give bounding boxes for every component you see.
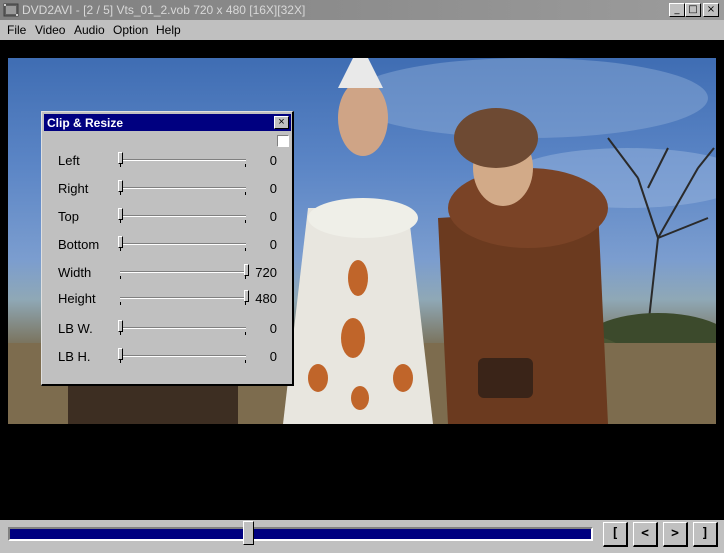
dialog-title: Clip & Resize	[47, 116, 124, 130]
slider-thumb[interactable]	[244, 264, 249, 276]
slider-row-width: Width 720	[42, 261, 291, 285]
slider-track[interactable]	[120, 243, 246, 245]
slider-tick	[245, 276, 246, 279]
slider-tick	[245, 192, 246, 195]
slider-tick	[120, 276, 121, 279]
title-bar[interactable]: DVD2AVI - [2 / 5] Vts_01_2.vob 720 x 480…	[0, 0, 724, 20]
slider-tick	[120, 248, 121, 251]
film-icon	[3, 3, 19, 17]
slider-label: Top	[58, 209, 79, 224]
slider-thumb[interactable]	[118, 320, 123, 332]
go-end-button[interactable]: ]	[693, 522, 718, 547]
slider-tick	[120, 332, 121, 335]
slider-label: Left	[58, 153, 80, 168]
slider-value: 480	[255, 291, 277, 306]
seek-thumb[interactable]	[243, 521, 254, 545]
slider-thumb[interactable]	[118, 236, 123, 248]
slider-tick	[245, 332, 246, 335]
slider-track[interactable]	[120, 327, 246, 329]
slider-row-bottom: Bottom 0	[42, 233, 291, 257]
slider-row-right: Right 0	[42, 177, 291, 201]
slider-row-lb-h: LB H. 0	[42, 345, 291, 369]
slider-value: 0	[269, 153, 277, 168]
slider-track[interactable]	[120, 215, 246, 217]
slider-value: 0	[269, 349, 277, 364]
slider-thumb[interactable]	[118, 152, 123, 164]
close-button[interactable]: ×	[703, 3, 719, 17]
slider-tick	[245, 164, 246, 167]
slider-tick	[245, 360, 246, 363]
slider-value: 0	[269, 237, 277, 252]
slider-row-left: Left 0	[42, 149, 291, 173]
slider-value: 0	[269, 321, 277, 336]
slider-label: Right	[58, 181, 89, 196]
slider-tick	[245, 248, 246, 251]
slider-thumb[interactable]	[244, 290, 249, 302]
slider-value: 720	[255, 265, 277, 280]
menu-help[interactable]: Help	[156, 23, 181, 37]
dialog-close-button[interactable]: ×	[274, 116, 289, 129]
slider-track[interactable]	[120, 297, 246, 299]
menu-video[interactable]: Video	[35, 23, 65, 37]
menu-option[interactable]: Option	[113, 23, 148, 37]
maximize-button[interactable]: □	[685, 3, 701, 17]
slider-tick	[120, 220, 121, 223]
slider-thumb[interactable]	[118, 348, 123, 360]
slider-row-lb-w: LB W. 0	[42, 317, 291, 341]
go-start-button[interactable]: [	[603, 522, 628, 547]
slider-thumb[interactable]	[118, 180, 123, 192]
slider-tick	[120, 302, 121, 305]
slider-label: LB W.	[58, 321, 93, 336]
slider-row-height: Height 480	[42, 287, 291, 311]
seek-bar[interactable]	[8, 527, 593, 541]
slider-label: Bottom	[58, 237, 100, 252]
slider-label: Width	[58, 265, 92, 280]
clip-resize-dialog: Clip & Resize × Left 0 Right 0 Top 0 Bottom 0 Wi…	[41, 111, 294, 386]
slider-tick	[245, 220, 246, 223]
slider-value: 0	[269, 181, 277, 196]
slider-track[interactable]	[120, 159, 246, 161]
slider-track[interactable]	[120, 355, 246, 357]
slider-tick	[120, 360, 121, 363]
app-window: DVD2AVI - [2 / 5] Vts_01_2.vob 720 x 480…	[0, 0, 724, 553]
slider-label: Height	[58, 291, 96, 306]
slider-track[interactable]	[120, 187, 246, 189]
slider-thumb[interactable]	[118, 208, 123, 220]
dialog-title-bar[interactable]: Clip & Resize ×	[44, 114, 291, 131]
slider-tick	[245, 302, 246, 305]
step-forward-button[interactable]: >	[663, 522, 688, 547]
slider-tick	[120, 192, 121, 195]
slider-value: 0	[269, 209, 277, 224]
slider-label: LB H.	[58, 349, 91, 364]
menu-audio[interactable]: Audio	[74, 23, 105, 37]
window-title: DVD2AVI - [2 / 5] Vts_01_2.vob 720 x 480…	[22, 3, 306, 17]
enable-checkbox[interactable]	[277, 135, 289, 147]
slider-tick	[120, 164, 121, 167]
step-back-button[interactable]: <	[633, 522, 658, 547]
slider-row-top: Top 0	[42, 205, 291, 229]
minimize-button[interactable]: _	[669, 3, 685, 17]
menu-bar: File Video Audio Option Help	[0, 20, 724, 39]
slider-track[interactable]	[120, 271, 246, 273]
menu-file[interactable]: File	[7, 23, 26, 37]
